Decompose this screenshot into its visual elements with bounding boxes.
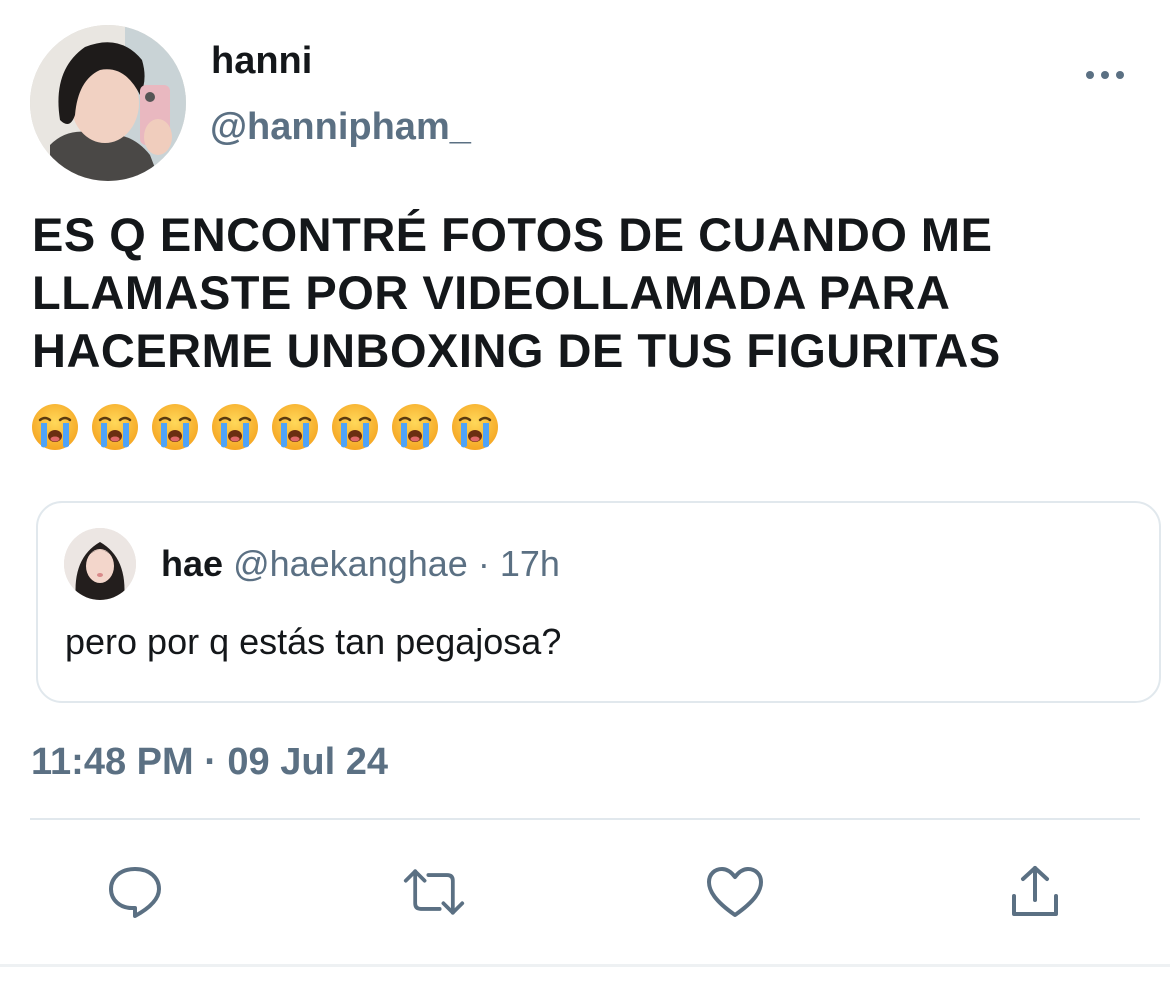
more-options-button[interactable]: [1080, 62, 1130, 88]
quoted-display-name[interactable]: hae: [161, 543, 223, 584]
share-icon: [1012, 866, 1058, 916]
author-display-name[interactable]: hanni: [211, 40, 312, 83]
loudly-crying-face-emoji: [332, 404, 378, 450]
author-avatar[interactable]: [30, 25, 186, 181]
like-icon: [707, 867, 763, 917]
like-button[interactable]: [703, 860, 767, 924]
quoted-handle[interactable]: @haekanghae: [233, 543, 468, 584]
loudly-crying-face-emoji: [212, 404, 258, 450]
retweet-icon: [403, 869, 465, 915]
loudly-crying-face-emoji: [272, 404, 318, 450]
loudly-crying-face-emoji: [92, 404, 138, 450]
share-button[interactable]: [1003, 860, 1067, 924]
loudly-crying-face-emoji: [452, 404, 498, 450]
tweet-text: ES Q ENCONTRÉ FOTOS DE CUANDO ME LLAMAST…: [32, 208, 1001, 377]
emoji-row: [30, 402, 500, 452]
reply-button[interactable]: [103, 860, 167, 924]
more-dots-icon: [1086, 71, 1124, 79]
retweet-button[interactable]: [402, 860, 466, 924]
quoted-tweet[interactable]: hae @haekanghae · 17h pero por q estás t…: [36, 501, 1161, 703]
tweet-timestamp[interactable]: 11:48 PM · 09 Jul 24: [31, 741, 388, 784]
quoted-tweet-text: pero por q estás tan pegajosa?: [65, 621, 562, 662]
quoted-separator: ·: [477, 543, 490, 584]
loudly-crying-face-emoji: [392, 404, 438, 450]
loudly-crying-face-emoji: [152, 404, 198, 450]
quoted-age: 17h: [499, 543, 560, 584]
divider: [30, 818, 1140, 820]
bottom-divider: [0, 964, 1170, 967]
quoted-header: hae @haekanghae · 17h: [161, 543, 560, 585]
author-handle[interactable]: @hannipham_: [210, 106, 471, 149]
reply-icon: [109, 867, 161, 918]
quoted-author-avatar[interactable]: [64, 528, 136, 600]
loudly-crying-face-emoji: [32, 404, 78, 450]
